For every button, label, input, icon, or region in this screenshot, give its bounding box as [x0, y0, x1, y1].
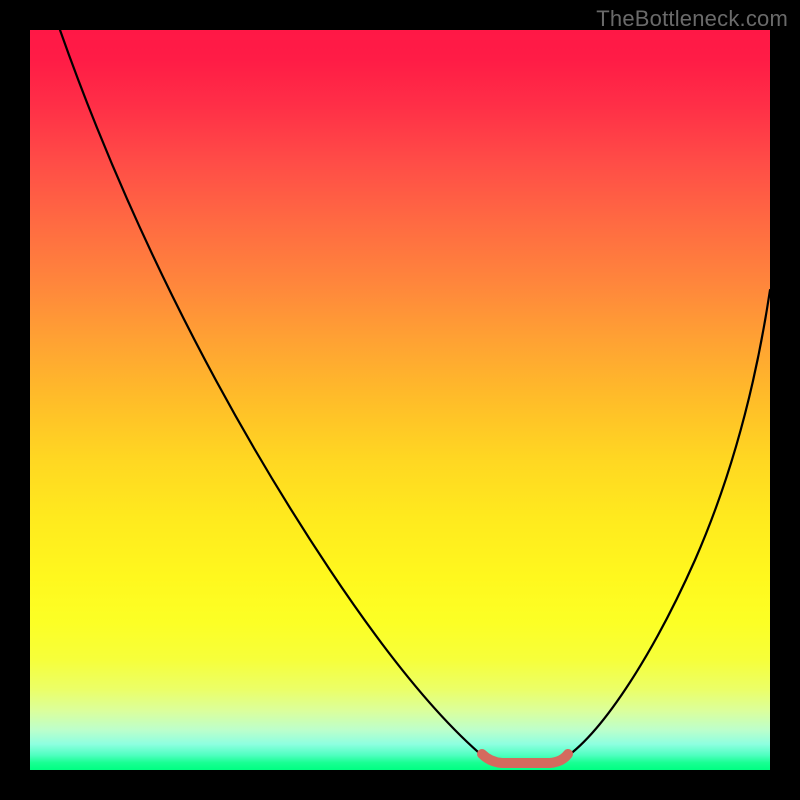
curve-layer: [30, 30, 770, 770]
trough-marker: [482, 754, 568, 763]
plot-area: [30, 30, 770, 770]
curve-right-branch: [565, 290, 770, 758]
watermark-text: TheBottleneck.com: [596, 6, 788, 32]
curve-left-branch: [60, 30, 485, 758]
chart-frame: TheBottleneck.com: [0, 0, 800, 800]
